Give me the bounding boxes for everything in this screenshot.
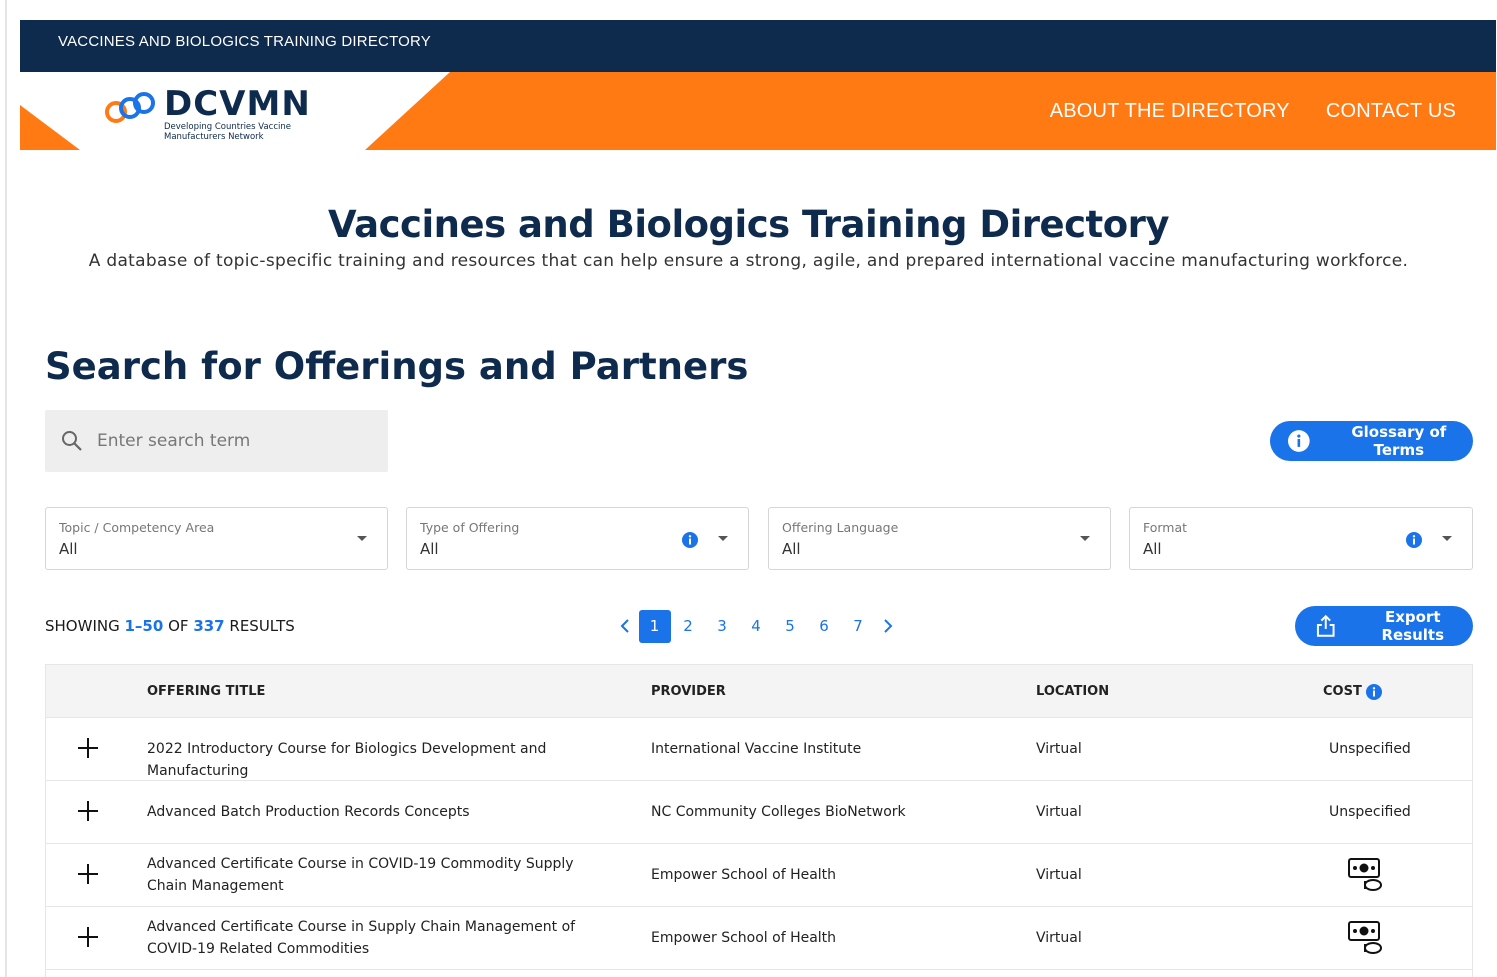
glossary-button[interactable]: Glossary of Terms <box>1270 421 1473 461</box>
row-provider: International Vaccine Institute <box>651 741 862 757</box>
glossary-label: Glossary of Terms <box>1351 423 1447 459</box>
chevron-down-icon <box>357 536 367 541</box>
results-total: 337 <box>193 617 225 635</box>
chevron-down-icon <box>1442 536 1452 541</box>
col-offering-title[interactable]: OFFERING TITLE <box>147 684 265 699</box>
table-row[interactable]: Advanced Certificate Course in COVID-19 … <box>46 844 1472 907</box>
row-provider: NC Community Colleges BioNetwork <box>651 804 906 820</box>
logo-name: DCVMN <box>164 84 311 124</box>
info-icon <box>1288 430 1310 452</box>
next-page-button[interactable] <box>875 610 901 643</box>
export-results-button[interactable]: Export Results <box>1295 606 1473 646</box>
nav-contact-us[interactable]: CONTACT US <box>1326 100 1456 123</box>
row-title[interactable]: Advanced Batch Production Records Concep… <box>147 801 627 823</box>
expand-row-icon[interactable] <box>78 864 98 884</box>
filter-format-label: Format <box>1143 520 1188 535</box>
row-provider: Empower School of Health <box>651 930 837 946</box>
row-title[interactable]: 2022 Introductory Course for Biologics D… <box>147 738 627 782</box>
page-4-button[interactable]: 4 <box>740 610 773 643</box>
row-title[interactable]: Advanced Certificate Course in COVID-19 … <box>147 853 617 897</box>
results-prefix: SHOWING <box>45 617 120 635</box>
expand-row-icon[interactable] <box>78 738 98 758</box>
col-cost[interactable]: COST <box>1323 684 1362 699</box>
logo-rings-icon <box>105 92 155 123</box>
filter-topic-value: All <box>59 540 78 558</box>
filter-language-value: All <box>782 540 801 558</box>
search-input[interactable] <box>97 431 357 451</box>
page-frame-edge <box>5 0 7 977</box>
page-3-button[interactable]: 3 <box>706 610 739 643</box>
logo-tagline: Developing Countries Vaccine Manufacture… <box>164 122 291 142</box>
search-section-title: Search for Offerings and Partners <box>45 345 749 388</box>
table-row[interactable]: Advanced Batch Production Records Concep… <box>46 781 1472 844</box>
filter-language-label: Offering Language <box>782 520 899 535</box>
export-label: Export Results <box>1381 608 1445 644</box>
row-location: Virtual <box>1036 930 1082 946</box>
expand-row-icon[interactable] <box>78 927 98 947</box>
page-2-button[interactable]: 2 <box>672 610 705 643</box>
site-header: DCVMN Developing Countries Vaccine Manuf… <box>20 72 1496 150</box>
top-bar: VACCINES AND BIOLOGICS TRAINING DIRECTOR… <box>20 20 1496 72</box>
row-cost: Unspecified <box>1329 804 1411 820</box>
results-suffix: RESULTS <box>229 617 295 635</box>
chevron-left-icon <box>620 619 629 633</box>
row-location: Virtual <box>1036 741 1082 757</box>
prev-page-button[interactable] <box>612 610 638 643</box>
search-box <box>45 410 388 472</box>
filter-topic[interactable]: Topic / Competency Area All <box>45 507 388 570</box>
table-row[interactable]: Advanced Certificate Course in Supply Ch… <box>46 907 1472 970</box>
chevron-down-icon <box>718 536 728 541</box>
chevron-down-icon <box>1080 536 1090 541</box>
dcvmn-logo[interactable]: DCVMN Developing Countries Vaccine Manuf… <box>102 86 314 142</box>
share-export-icon <box>1316 614 1335 637</box>
page-7-button[interactable]: 7 <box>842 610 875 643</box>
site-title: VACCINES AND BIOLOGICS TRAINING DIRECTOR… <box>58 33 431 50</box>
filter-type-of-offering[interactable]: Type of Offering All <box>406 507 749 570</box>
row-provider: Empower School of Health <box>651 867 837 883</box>
page-6-button[interactable]: 6 <box>808 610 841 643</box>
page-title: Vaccines and Biologics Training Director… <box>328 203 1170 246</box>
page-5-button[interactable]: 5 <box>774 610 807 643</box>
main-nav: ABOUT THE DIRECTORY CONTACT US <box>1050 100 1456 123</box>
info-icon[interactable] <box>1406 532 1422 548</box>
page-1-button[interactable]: 1 <box>638 609 671 643</box>
results-count: SHOWING 1–50 OF 337 RESULTS <box>45 617 295 635</box>
row-location: Virtual <box>1036 804 1082 820</box>
filter-format[interactable]: Format All <box>1129 507 1473 570</box>
info-icon[interactable] <box>1366 684 1382 700</box>
results-of: OF <box>168 617 189 635</box>
row-title[interactable]: Advanced Certificate Course in Supply Ch… <box>147 916 622 960</box>
table-header: OFFERING TITLE PROVIDER LOCATION COST <box>46 664 1472 718</box>
chevron-right-icon <box>884 619 893 633</box>
nav-about-directory[interactable]: ABOUT THE DIRECTORY <box>1050 100 1290 123</box>
filter-type-value: All <box>420 540 439 558</box>
results-range: 1–50 <box>124 617 164 635</box>
expand-row-icon[interactable] <box>78 801 98 821</box>
col-location[interactable]: LOCATION <box>1036 684 1109 699</box>
pagination: 1 2 3 4 5 6 7 <box>612 609 901 643</box>
col-provider[interactable]: PROVIDER <box>651 684 726 699</box>
filter-type-label: Type of Offering <box>420 520 520 535</box>
row-location: Virtual <box>1036 867 1082 883</box>
filter-format-value: All <box>1143 540 1162 558</box>
paid-cost-icon <box>1348 921 1382 954</box>
filter-offering-language[interactable]: Offering Language All <box>768 507 1111 570</box>
table-row[interactable]: 2022 Introductory Course for Biologics D… <box>46 718 1472 781</box>
filter-topic-label: Topic / Competency Area <box>59 520 215 535</box>
row-cost: Unspecified <box>1329 741 1411 757</box>
results-table: OFFERING TITLE PROVIDER LOCATION COST 20… <box>45 664 1473 977</box>
info-icon[interactable] <box>682 532 698 548</box>
paid-cost-icon <box>1348 858 1382 891</box>
search-icon <box>62 431 82 451</box>
page-subtitle: A database of topic-specific training an… <box>88 251 1409 271</box>
